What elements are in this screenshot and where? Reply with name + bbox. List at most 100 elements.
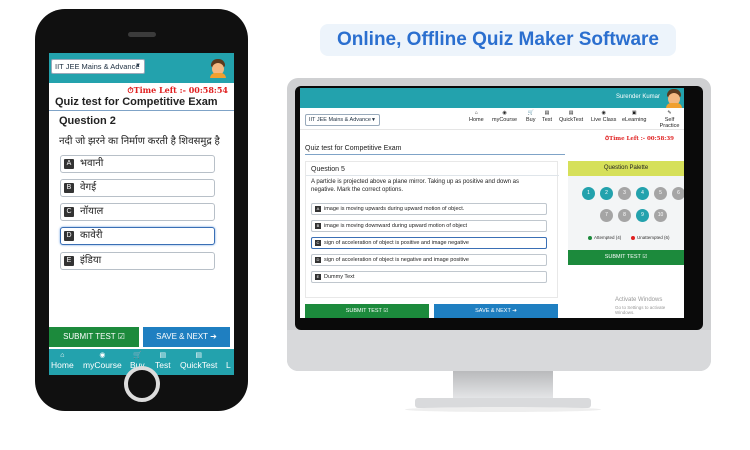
nav-item-test[interactable]: ▤ Test [155,351,171,370]
nav-item-test[interactable]: ▤ Test [542,110,552,123]
quicktest-icon: ▤ [568,110,574,116]
mobile-quiz-title: Quiz test for Competitive Exam [55,96,218,108]
palette-bubble[interactable]: 8 [618,209,631,222]
palette-bubble[interactable]: 3 [618,187,631,200]
palette-submit-button[interactable]: SUBMIT TEST ☑ [568,250,684,265]
mobile-question-text: नदी जो झरने का निर्माण करती है शिवसमुद्र… [59,136,220,147]
home-icon: ⌂ [60,352,65,359]
palette-bubble[interactable]: 6 [672,187,684,200]
mobile-option-b[interactable]: B वेगई [60,179,215,197]
palette-bubble[interactable]: 5 [654,187,667,200]
desktop-course-select[interactable]: IIT JEE Mains & Advance ▼ [305,114,380,126]
nav-item-mycourse[interactable]: ◉ myCourse [492,110,517,123]
user-name[interactable]: Surender Kumar [616,94,660,100]
option-letter: C [315,240,321,246]
test-icon: ▤ [159,352,167,359]
option-text: sign of acceleration of object is negati… [324,257,469,263]
apple-logo-icon [489,342,505,360]
option-text: sign of acceleration of object is positi… [324,240,469,246]
palette-bubble[interactable]: 9 [636,209,649,222]
nav-item-live[interactable]: L [226,351,231,370]
divider [306,175,559,176]
desktop-monitor: Surender Kumar IIT JEE Mains & Advance ▼… [287,78,711,371]
nav-label: QuickTest [559,117,584,123]
course-icon: ◉ [99,352,106,359]
quicktest-icon: ▤ [195,352,202,359]
desktop-option-d[interactable]: D sign of acceleration of object is nega… [311,254,547,266]
desktop-option-e[interactable]: E Dummy Text [311,271,547,283]
mobile-option-d[interactable]: D कावेरी [60,227,215,245]
mobile-option-e[interactable]: E इंडिया [60,252,215,270]
timer-label: ⏱Time Left :- [604,136,646,142]
option-letter: B [315,223,321,229]
mobile-submit-button[interactable]: SUBMIT TEST ☑ [49,327,139,347]
home-icon: ⌂ [474,110,478,116]
nav-item-quicktest[interactable]: ▤ QuickTest [180,351,217,370]
nav-label: Buy [526,117,536,123]
palette-bubble[interactable]: 10 [654,209,667,222]
nav-label: Home [469,117,484,123]
mobile-option-a[interactable]: A भवानी [60,155,215,173]
chevron-down-icon: ▼ [135,63,141,69]
option-letter: E [315,274,321,280]
legend-attempted: Attempted (4) [588,235,621,240]
option-letter: C [64,207,74,217]
live-class-icon: ◉ [601,110,606,116]
avatar[interactable] [665,89,683,108]
palette-bubble[interactable]: 7 [600,209,613,222]
course-icon: ◉ [502,110,507,116]
legend-label: Unattempted (6) [637,235,670,240]
desktop-submit-button[interactable]: SUBMIT TEST ☑ [305,304,429,318]
nav-label: eLearning [622,117,647,123]
option-text: image is moving downward during upward m… [324,223,468,229]
palette-bubble[interactable]: 2 [600,187,613,200]
mobile-save-next-button[interactable]: SAVE & NEXT ➔ [143,327,230,347]
nav-item-live-class[interactable]: ◉ Live Class [591,110,616,123]
desktop-course-select-label: IIT JEE Mains & Advance [309,117,371,123]
desktop-option-b[interactable]: B image is moving downward during upward… [311,220,547,232]
mobile-header: IIT JEE Mains & Advance ▼ [49,53,234,83]
desktop-question-text: A particle is projected above a plane mi… [311,179,520,193]
phone-screen: IIT JEE Mains & Advance ▼ ⏱Time Left :- … [49,53,234,375]
option-text: भवानी [80,158,104,169]
phone-speaker [128,32,156,37]
avatar[interactable] [209,59,227,78]
desktop-option-c[interactable]: C sign of acceleration of object is posi… [311,237,547,249]
palette-bubble[interactable]: 4 [636,187,649,200]
mobile-course-select[interactable]: IIT JEE Mains & Advance ▼ [51,59,145,74]
cart-icon: 🛒 [527,110,534,116]
option-letter: D [64,231,74,241]
desktop-save-next-button[interactable]: SAVE & NEXT ➔ [434,304,558,318]
banner-title: Online, Offline Quiz Maker Software [320,24,676,56]
live-icon [226,351,231,360]
nav-item-quicktest[interactable]: ▤ QuickTest [559,110,583,123]
nav-label: Self Practice [659,117,680,129]
desktop-option-a[interactable]: A image is moving upwards during upward … [311,203,547,215]
phone-device: IIT JEE Mains & Advance ▼ ⏱Time Left :- … [35,9,248,411]
status-dot [631,235,635,240]
nav-item-home[interactable]: ⌂ Home [51,351,74,370]
legend-unattempted: Unattempted (6) [631,235,670,240]
divider [49,110,234,111]
palette-bubble[interactable]: 1 [582,187,595,200]
mobile-course-select-label: IIT JEE Mains & Advance [55,62,140,71]
activate-windows-title: Activate Windows [615,297,663,303]
promo-stage: Online, Offline Quiz Maker Software IIT … [0,0,750,450]
monitor-chin [287,330,711,371]
option-text: image is moving upwards during upward mo… [324,206,465,212]
palette-title: Question Palette [568,161,684,176]
phone-home-button[interactable] [124,366,160,402]
nav-item-elearning[interactable]: ▣ eLearning [622,110,646,123]
nav-label: myCourse [492,117,518,123]
nav-item-home[interactable]: ⌂ Home [469,110,484,123]
activate-windows-subtitle: Go to Settings to activate Windows. [615,305,666,315]
option-letter: E [64,256,74,266]
mobile-option-c[interactable]: C नॉयाल [60,203,215,221]
timer-value: 00:58:54 [188,85,228,95]
test-icon: ▤ [544,110,550,116]
nav-item-self-practice[interactable]: ✎ Self Practice [655,110,684,129]
status-dot [588,235,592,240]
nav-label: QuickTest [180,360,218,370]
nav-item-buy[interactable]: 🛒 Buy [526,110,535,123]
nav-item-mycourse[interactable]: ◉ myCourse [83,351,122,370]
